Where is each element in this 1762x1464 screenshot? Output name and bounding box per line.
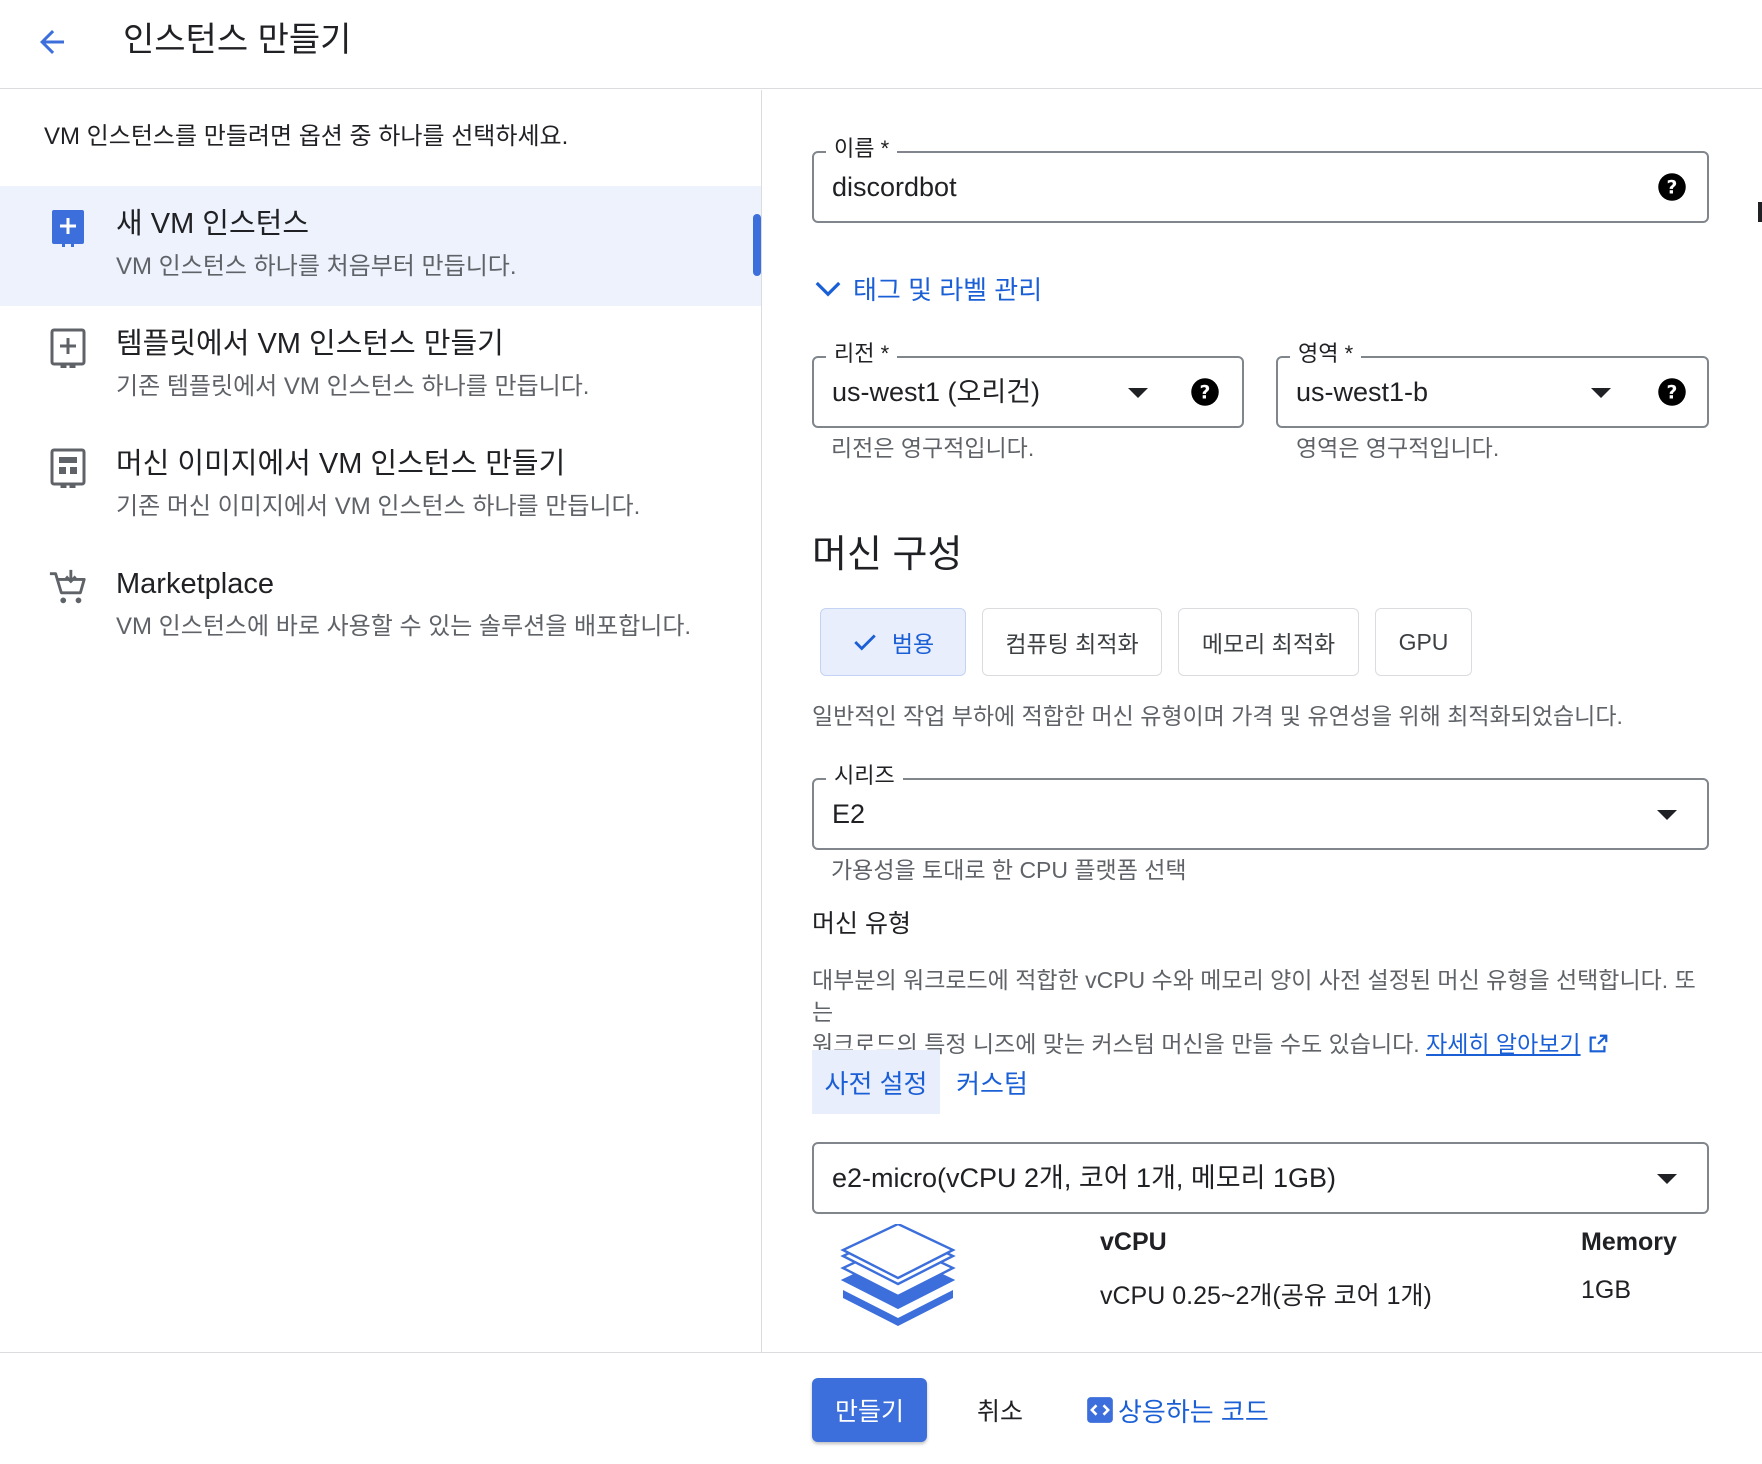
option-desc: 기존 머신 이미지에서 VM 인스턴스 하나를 만듭니다.	[116, 493, 641, 520]
arrow-back-icon	[40, 30, 64, 54]
open-in-new-icon[interactable]	[1587, 1033, 1609, 1055]
help-icon[interactable]: ?	[1190, 377, 1220, 407]
zone-select[interactable]: 영역 * us-west1-b ?	[1276, 338, 1709, 428]
help-icon[interactable]: ?	[1657, 377, 1687, 407]
dropdown-arrow-icon	[1128, 388, 1148, 398]
learn-more-link[interactable]: 자세히 알아보기	[1426, 1031, 1581, 1057]
options-intro: VM 인스턴스를 만들려면 옵션 중 하나를 선택하세요.	[44, 123, 569, 150]
machine-image-icon	[48, 448, 88, 488]
tab-preset[interactable]: 사전 설정	[812, 1050, 940, 1114]
dropdown-arrow-icon	[1657, 1174, 1677, 1184]
instance-form: 이름 * discordbot ? 태그 및 라벨 관리 리전 * us-wes…	[763, 90, 1762, 1352]
back-button[interactable]	[30, 20, 74, 64]
option-desc: VM 인스턴스에 바로 사용할 수 있는 솔루션을 배포합니다.	[116, 613, 692, 640]
marketplace-cart-icon	[48, 568, 88, 608]
layers-stack-icon	[840, 1224, 956, 1326]
template-icon	[48, 328, 88, 368]
machine-type-value: e2-micro(vCPU 2개, 코어 1개, 메모리 1GB)	[832, 1163, 1336, 1193]
chip-label: 컴퓨팅 최적화	[1005, 631, 1139, 657]
add-box-icon	[48, 208, 88, 248]
vcpu-value: vCPU 0.25~2개(공유 코어 1개)	[1100, 1282, 1432, 1310]
option-marketplace[interactable]: Marketplace VM 인스턴스에 바로 사용할 수 있는 솔루션을 배포…	[0, 546, 761, 666]
create-button[interactable]: 만들기	[812, 1378, 927, 1442]
help-icon[interactable]: ?	[1657, 172, 1687, 202]
tags-labels-toggle[interactable]: 태그 및 라벨 관리	[813, 268, 1042, 308]
name-label: 이름 *	[826, 133, 898, 165]
option-from-template[interactable]: 템플릿에서 VM 인스턴스 만들기 기존 템플릿에서 VM 인스턴스 하나를 만…	[0, 306, 761, 426]
equivalent-code-label: 상응하는 코드	[1118, 1396, 1269, 1427]
name-field[interactable]: 이름 * discordbot ?	[812, 133, 1709, 223]
series-helper: 가용성을 토대로 한 CPU 플랫폼 선택	[831, 857, 1187, 883]
option-title: 새 VM 인스턴스	[116, 208, 310, 240]
option-title: 머신 이미지에서 VM 인스턴스 만들기	[116, 448, 566, 480]
page-header: 인스턴스 만들기	[0, 0, 1762, 89]
tab-label: 커스텀	[956, 1068, 1028, 1099]
series-label: 시리즈	[826, 760, 903, 792]
dropdown-arrow-icon	[1657, 810, 1677, 820]
family-chip-memory[interactable]: 메모리 최적화	[1178, 608, 1359, 676]
zone-helper: 영역은 영구적입니다.	[1296, 435, 1500, 461]
option-title: 템플릿에서 VM 인스턴스 만들기	[116, 328, 504, 360]
machine-type-title: 머신 유형	[812, 910, 911, 938]
option-title: Marketplace	[116, 568, 274, 600]
option-from-machine-image[interactable]: 머신 이미지에서 VM 인스턴스 만들기 기존 머신 이미지에서 VM 인스턴스…	[0, 426, 761, 546]
family-description: 일반적인 작업 부하에 적합한 머신 유형이며 가격 및 유연성을 위해 최적화…	[812, 703, 1623, 729]
tags-labels-label: 태그 및 라벨 관리	[853, 274, 1043, 305]
chevron-down-icon	[815, 281, 841, 297]
vcpu-label: vCPU	[1100, 1228, 1167, 1256]
series-select[interactable]: 시리즈 E2	[812, 760, 1709, 850]
chip-label: GPU	[1398, 628, 1449, 655]
zone-value: us-west1-b	[1296, 377, 1429, 407]
chip-label: 범용	[891, 631, 935, 657]
region-value: us-west1 (오리건)	[832, 377, 1041, 407]
action-bar: 만들기 취소 상응하는 코드	[0, 1352, 1762, 1464]
zone-label: 영역 *	[1290, 338, 1362, 370]
region-label: 리전 *	[826, 338, 898, 370]
machine-type-description: 대부분의 워크로드에 적합한 vCPU 수와 메모리 양이 사전 설정된 머신 …	[812, 964, 1712, 1060]
cut-off-content	[1758, 202, 1762, 222]
option-desc: VM 인스턴스 하나를 처음부터 만듭니다.	[116, 253, 517, 280]
family-chip-compute[interactable]: 컴퓨팅 최적화	[982, 608, 1162, 676]
name-value: discordbot	[832, 172, 957, 202]
tab-custom[interactable]: 커스텀	[940, 1050, 1044, 1114]
svg-text:?: ?	[1200, 382, 1211, 403]
machine-type-select[interactable]: e2-micro(vCPU 2개, 코어 1개, 메모리 1GB)	[812, 1142, 1709, 1214]
family-chip-gpu[interactable]: GPU	[1375, 608, 1472, 676]
cancel-button[interactable]: 취소	[955, 1378, 1045, 1442]
code-icon	[1087, 1397, 1113, 1423]
chip-label: 메모리 최적화	[1201, 631, 1336, 657]
option-desc: 기존 템플릿에서 VM 인스턴스 하나를 만듭니다.	[116, 373, 590, 400]
creation-options-panel: VM 인스턴스를 만들려면 옵션 중 하나를 선택하세요. 새 VM 인스턴스 …	[0, 90, 762, 1352]
region-helper: 리전은 영구적입니다.	[831, 435, 1035, 461]
svg-text:?: ?	[1667, 382, 1678, 403]
memory-label: Memory	[1581, 1228, 1677, 1256]
equivalent-code-button[interactable]: 상응하는 코드	[1086, 1378, 1269, 1442]
memory-value: 1GB	[1581, 1276, 1632, 1304]
series-value: E2	[832, 799, 866, 829]
dropdown-arrow-icon	[1591, 388, 1611, 398]
option-new-vm[interactable]: 새 VM 인스턴스 VM 인스턴스 하나를 처음부터 만듭니다.	[0, 186, 761, 306]
svg-text:?: ?	[1667, 177, 1678, 198]
tab-label: 사전 설정	[824, 1068, 928, 1099]
machine-type-desc-line-1: 대부분의 워크로드에 적합한 vCPU 수와 메모리 양이 사전 설정된 머신 …	[812, 967, 1696, 1025]
scroll-indicator[interactable]	[753, 214, 761, 276]
page-title: 인스턴스 만들기	[123, 21, 352, 59]
check-icon	[854, 634, 876, 651]
family-chip-general[interactable]: 범용	[820, 608, 966, 676]
machine-config-title: 머신 구성	[812, 534, 963, 576]
region-select[interactable]: 리전 * us-west1 (오리건) ?	[812, 338, 1244, 428]
